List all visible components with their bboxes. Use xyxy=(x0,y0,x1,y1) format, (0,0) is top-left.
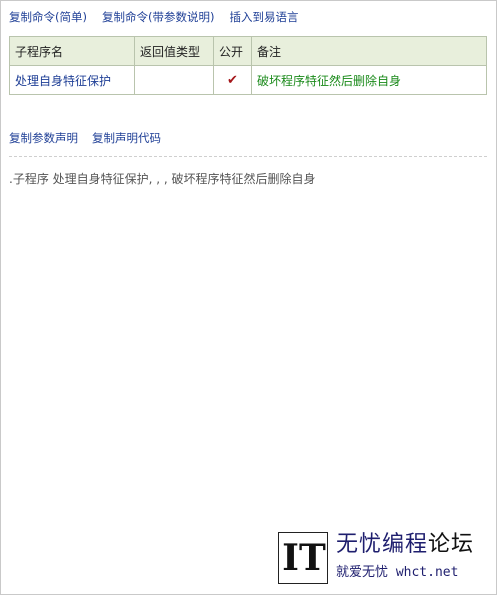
copy-command-simple-link[interactable]: 复制命令(简单) xyxy=(9,9,87,25)
header-name: 子程序名 xyxy=(9,36,135,66)
header-public: 公开 xyxy=(213,36,252,66)
cell-subroutine-name: 处理自身特征保护 xyxy=(9,65,135,95)
declaration-action-bar: 复制参数声明 复制声明代码 xyxy=(9,130,161,146)
copy-command-with-params-link[interactable]: 复制命令(带参数说明) xyxy=(102,9,214,25)
copy-param-decl-link[interactable]: 复制参数声明 xyxy=(9,130,78,146)
declaration-code-text: .子程序 处理自身特征保护, , , 破坏程序特征然后删除自身 xyxy=(9,172,316,186)
table-header-row: 子程序名 返回值类型 公开 备注 xyxy=(9,36,487,66)
header-return-type: 返回值类型 xyxy=(134,36,214,66)
watermark-it-box: IT xyxy=(278,532,328,584)
watermark-title-main: 无忧编程 xyxy=(336,532,429,557)
cell-return-type xyxy=(134,65,214,95)
site-watermark-logo: IT 无忧编程论坛 就爱无忧 whct.net xyxy=(278,531,486,587)
public-check-icon: ✔ xyxy=(213,65,252,95)
copy-decl-code-link[interactable]: 复制声明代码 xyxy=(92,130,161,146)
dashed-divider xyxy=(9,156,487,157)
watermark-subtitle: 就爱无忧 whct.net xyxy=(336,565,459,580)
watermark-title: 无忧编程论坛 xyxy=(336,531,474,559)
table-row: 处理自身特征保护 ✔ 破坏程序特征然后删除自身 xyxy=(9,65,487,95)
top-action-bar: 复制命令(简单) 复制命令(带参数说明) 插入到易语言 xyxy=(9,9,298,25)
watermark-title-accent: 论坛 xyxy=(428,532,475,557)
header-remark: 备注 xyxy=(251,36,487,66)
cell-remark: 破坏程序特征然后删除自身 xyxy=(251,65,487,95)
insert-to-easy-language-link[interactable]: 插入到易语言 xyxy=(229,9,298,25)
watermark-it-text: IT xyxy=(282,537,326,579)
subroutine-table: 子程序名 返回值类型 公开 备注 处理自身特征保护 ✔ 破坏程序特征然后删除自身 xyxy=(9,36,487,95)
